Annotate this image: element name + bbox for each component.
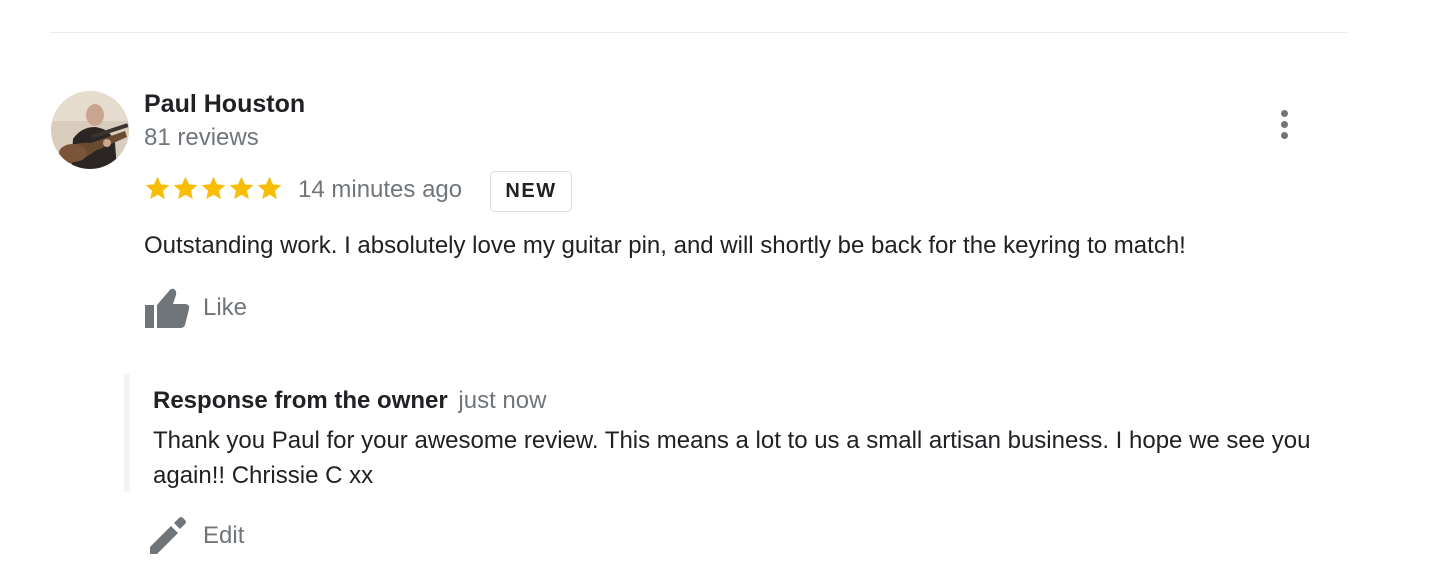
edit-response-button[interactable]: Edit: [148, 516, 244, 556]
pencil-icon: [150, 517, 186, 554]
avatar-photo: [51, 91, 129, 169]
review-count[interactable]: 81 reviews: [144, 124, 259, 152]
more-vert-icon: [1280, 109, 1288, 117]
new-badge: NEW: [490, 171, 572, 212]
reviewer-avatar[interactable]: [51, 91, 129, 169]
reviewer-name[interactable]: Paul Houston: [144, 90, 305, 119]
like-label: Like: [203, 294, 248, 321]
star-icon: [201, 176, 226, 199]
response-time: just now: [458, 387, 547, 414]
more-options-button[interactable]: [1268, 104, 1300, 144]
more-vert-icon-dot: [1280, 131, 1288, 139]
owner-response: Response from the owner just now Thank y…: [124, 374, 1344, 492]
star-icon: [145, 176, 170, 199]
star-rating: [144, 175, 283, 205]
top-divider: [50, 32, 1348, 33]
edit-label: Edit: [203, 522, 245, 549]
response-text: Thank you Paul for your awesome review. …: [153, 427, 1311, 489]
review-time: 14 minutes ago: [298, 176, 463, 203]
like-button[interactable]: Like: [144, 286, 247, 330]
review-page: Paul Houston 81 reviews 14 minutes ago N…: [0, 0, 1442, 580]
review-text: Outstanding work. I absolutely love my g…: [144, 232, 1186, 259]
response-header: Response from the owner just now: [153, 387, 546, 415]
response-title: Response from the owner: [153, 387, 448, 414]
star-icon: [229, 176, 254, 199]
star-icon: [257, 176, 282, 199]
more-vert-icon-dot: [1280, 120, 1288, 128]
thumbs-up-icon: [145, 288, 190, 328]
star-icon: [173, 176, 198, 199]
